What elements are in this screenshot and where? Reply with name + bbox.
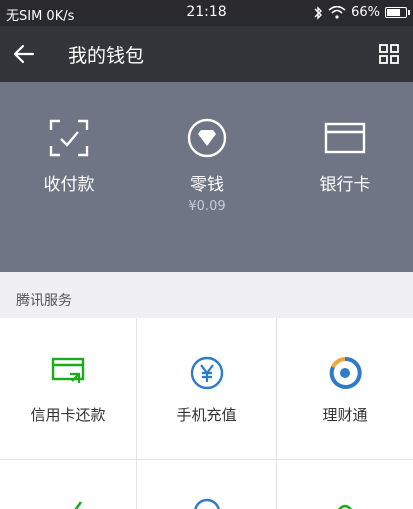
phone-recharge-icon: [190, 356, 223, 390]
status-icons: 66%: [313, 5, 410, 20]
circle-icon: [193, 498, 220, 509]
change-icon: [187, 118, 227, 158]
service-wealth[interactable]: 理财通: [277, 318, 413, 459]
service-label: 手机充值: [176, 406, 237, 424]
leaf-icon: [337, 504, 353, 509]
wallet-item-label: 银行卡: [319, 175, 371, 195]
wallet-item-label: 零钱: [190, 175, 224, 195]
grid-menu-icon: [379, 44, 399, 64]
status-bar: 无SIM 0K/s 21:18 66%: [0, 0, 413, 26]
battery-level: [387, 9, 401, 16]
service-credit-card-repay[interactable]: 信用卡还款: [0, 318, 136, 459]
service-phone-recharge[interactable]: 手机充值: [137, 318, 276, 459]
bluetooth-icon: [314, 5, 323, 20]
wallet-screen: 无SIM 0K/s 21:18 66% 我的钱包 收付款 零钱 ¥0.09 银行…: [0, 0, 413, 509]
title-bar: 我的钱包: [0, 26, 413, 82]
change-balance: ¥0.09: [188, 199, 226, 214]
service-label: 信用卡还款: [30, 406, 106, 424]
wifi-icon: [328, 6, 346, 19]
wallet-item-pay[interactable]: 收付款: [0, 82, 138, 272]
more-button[interactable]: [373, 38, 405, 70]
bank-card-icon: [324, 122, 366, 154]
wealth-icon: [329, 356, 362, 389]
wallet-header: 收付款 零钱 ¥0.09 银行卡: [0, 82, 413, 272]
service-item[interactable]: [0, 460, 136, 509]
back-button[interactable]: [8, 38, 40, 70]
services-grid: 信用卡还款 手机充值 理财通: [0, 318, 413, 509]
service-label: 理财通: [322, 406, 368, 424]
scan-pay-icon: [49, 119, 89, 157]
check-icon: [74, 501, 83, 509]
back-arrow-icon: [13, 44, 35, 64]
wallet-item-bank-card[interactable]: 银行卡: [276, 82, 413, 272]
battery-icon: [385, 7, 410, 18]
wallet-item-change[interactable]: 零钱 ¥0.09: [138, 82, 276, 272]
battery-percent: 66%: [351, 5, 380, 20]
section-title: 腾讯服务: [16, 293, 72, 309]
page-title: 我的钱包: [68, 45, 145, 67]
service-item[interactable]: [277, 460, 413, 509]
service-item[interactable]: [137, 460, 276, 509]
credit-card-repay-icon: [51, 357, 85, 383]
wallet-item-label: 收付款: [43, 175, 95, 195]
